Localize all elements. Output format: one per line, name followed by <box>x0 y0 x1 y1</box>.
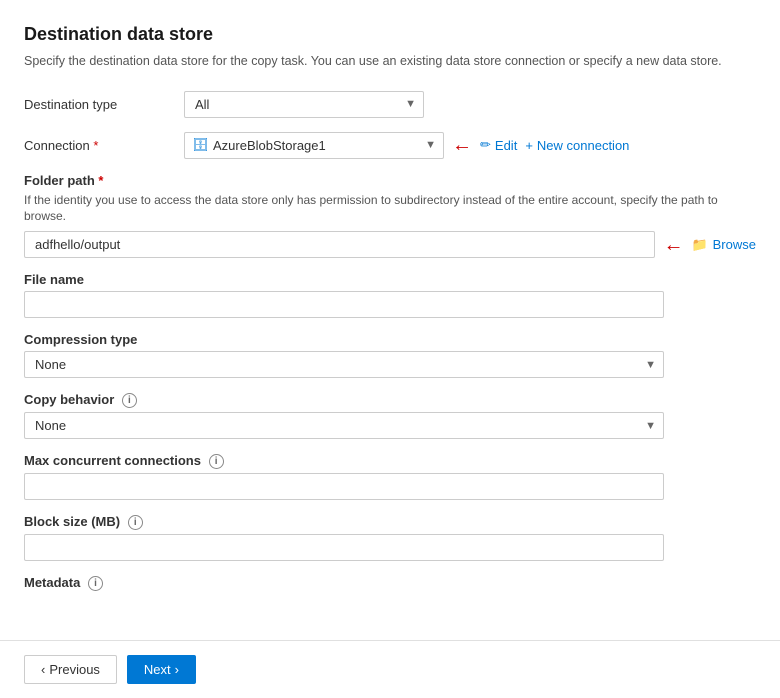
file-name-label: File name <box>24 272 756 287</box>
file-name-input[interactable] <box>24 291 664 318</box>
compression-type-section: Compression type None Gzip Deflate BZip2… <box>24 332 756 378</box>
folder-path-required-star: * <box>98 173 103 188</box>
folder-path-input[interactable] <box>24 231 655 258</box>
metadata-info-icon: i <box>88 576 103 591</box>
compression-select-wrapper: None Gzip Deflate BZip2 ZipDeflate Snapp… <box>24 351 664 378</box>
block-size-section: Block size (MB) i <box>24 514 756 561</box>
max-concurrent-label: Max concurrent connections i <box>24 453 756 469</box>
previous-button[interactable]: ‹ Previous <box>24 655 117 684</box>
connection-row: Connection * 🗄 AzureBlobStorage1 ▼ ← ✏ E… <box>24 132 756 159</box>
folder-path-arrow-indicator: ← <box>663 235 683 255</box>
folder-path-label: Folder path * <box>24 173 756 188</box>
block-size-label: Block size (MB) i <box>24 514 756 530</box>
destination-type-row: Destination type All Azure Blob Storage … <box>24 91 756 118</box>
folder-icon: 📁 <box>691 237 707 253</box>
destination-type-select-wrapper: All Azure Blob Storage Azure Data Lake A… <box>184 91 424 118</box>
edit-connection-button[interactable]: ✏ Edit <box>480 137 517 153</box>
footer: ‹ Previous Next › <box>0 640 780 698</box>
copy-behavior-info-icon: i <box>122 393 137 408</box>
compression-type-label: Compression type <box>24 332 756 347</box>
folder-path-hint: If the identity you use to access the da… <box>24 192 756 226</box>
copy-behavior-select-wrapper: None AddPrefix FlattenHierarchy MergeFil… <box>24 412 664 439</box>
destination-type-select[interactable]: All Azure Blob Storage Azure Data Lake A… <box>184 91 424 118</box>
max-concurrent-input[interactable] <box>24 473 664 500</box>
connection-arrow-indicator: ← <box>452 135 472 155</box>
folder-path-input-row: ← 📁 Browse <box>24 231 756 258</box>
edit-pencil-icon: ✏ <box>480 137 491 153</box>
folder-path-section: Folder path * If the identity you use to… <box>24 173 756 259</box>
connection-label: Connection * <box>24 138 184 153</box>
destination-type-label: Destination type <box>24 97 184 112</box>
new-connection-button[interactable]: + New connection <box>525 138 629 153</box>
max-concurrent-section: Max concurrent connections i <box>24 453 756 500</box>
compression-type-select[interactable]: None Gzip Deflate BZip2 ZipDeflate Snapp… <box>24 351 664 378</box>
block-size-info-icon: i <box>128 515 143 530</box>
page-title: Destination data store <box>24 24 756 45</box>
block-size-input[interactable] <box>24 534 664 561</box>
next-button[interactable]: Next › <box>127 655 196 684</box>
metadata-label: Metadata i <box>24 575 756 591</box>
copy-behavior-label: Copy behavior i <box>24 392 756 408</box>
connection-select-wrapper: 🗄 AzureBlobStorage1 ▼ <box>184 132 444 159</box>
plus-icon: + <box>525 138 533 153</box>
copy-behavior-select[interactable]: None AddPrefix FlattenHierarchy MergeFil… <box>24 412 664 439</box>
file-name-section: File name <box>24 272 756 318</box>
previous-chevron-icon: ‹ <box>41 662 45 677</box>
metadata-section: Metadata i <box>24 575 756 591</box>
browse-button[interactable]: 📁 Browse <box>691 237 756 253</box>
connection-controls: 🗄 AzureBlobStorage1 ▼ ← ✏ Edit + New con… <box>184 132 629 159</box>
connection-select[interactable]: AzureBlobStorage1 <box>184 132 444 159</box>
copy-behavior-section: Copy behavior i None AddPrefix FlattenHi… <box>24 392 756 439</box>
page-subtitle: Specify the destination data store for t… <box>24 53 756 71</box>
next-chevron-icon: › <box>175 662 179 677</box>
max-concurrent-info-icon: i <box>209 454 224 469</box>
connection-required-star: * <box>93 138 98 153</box>
